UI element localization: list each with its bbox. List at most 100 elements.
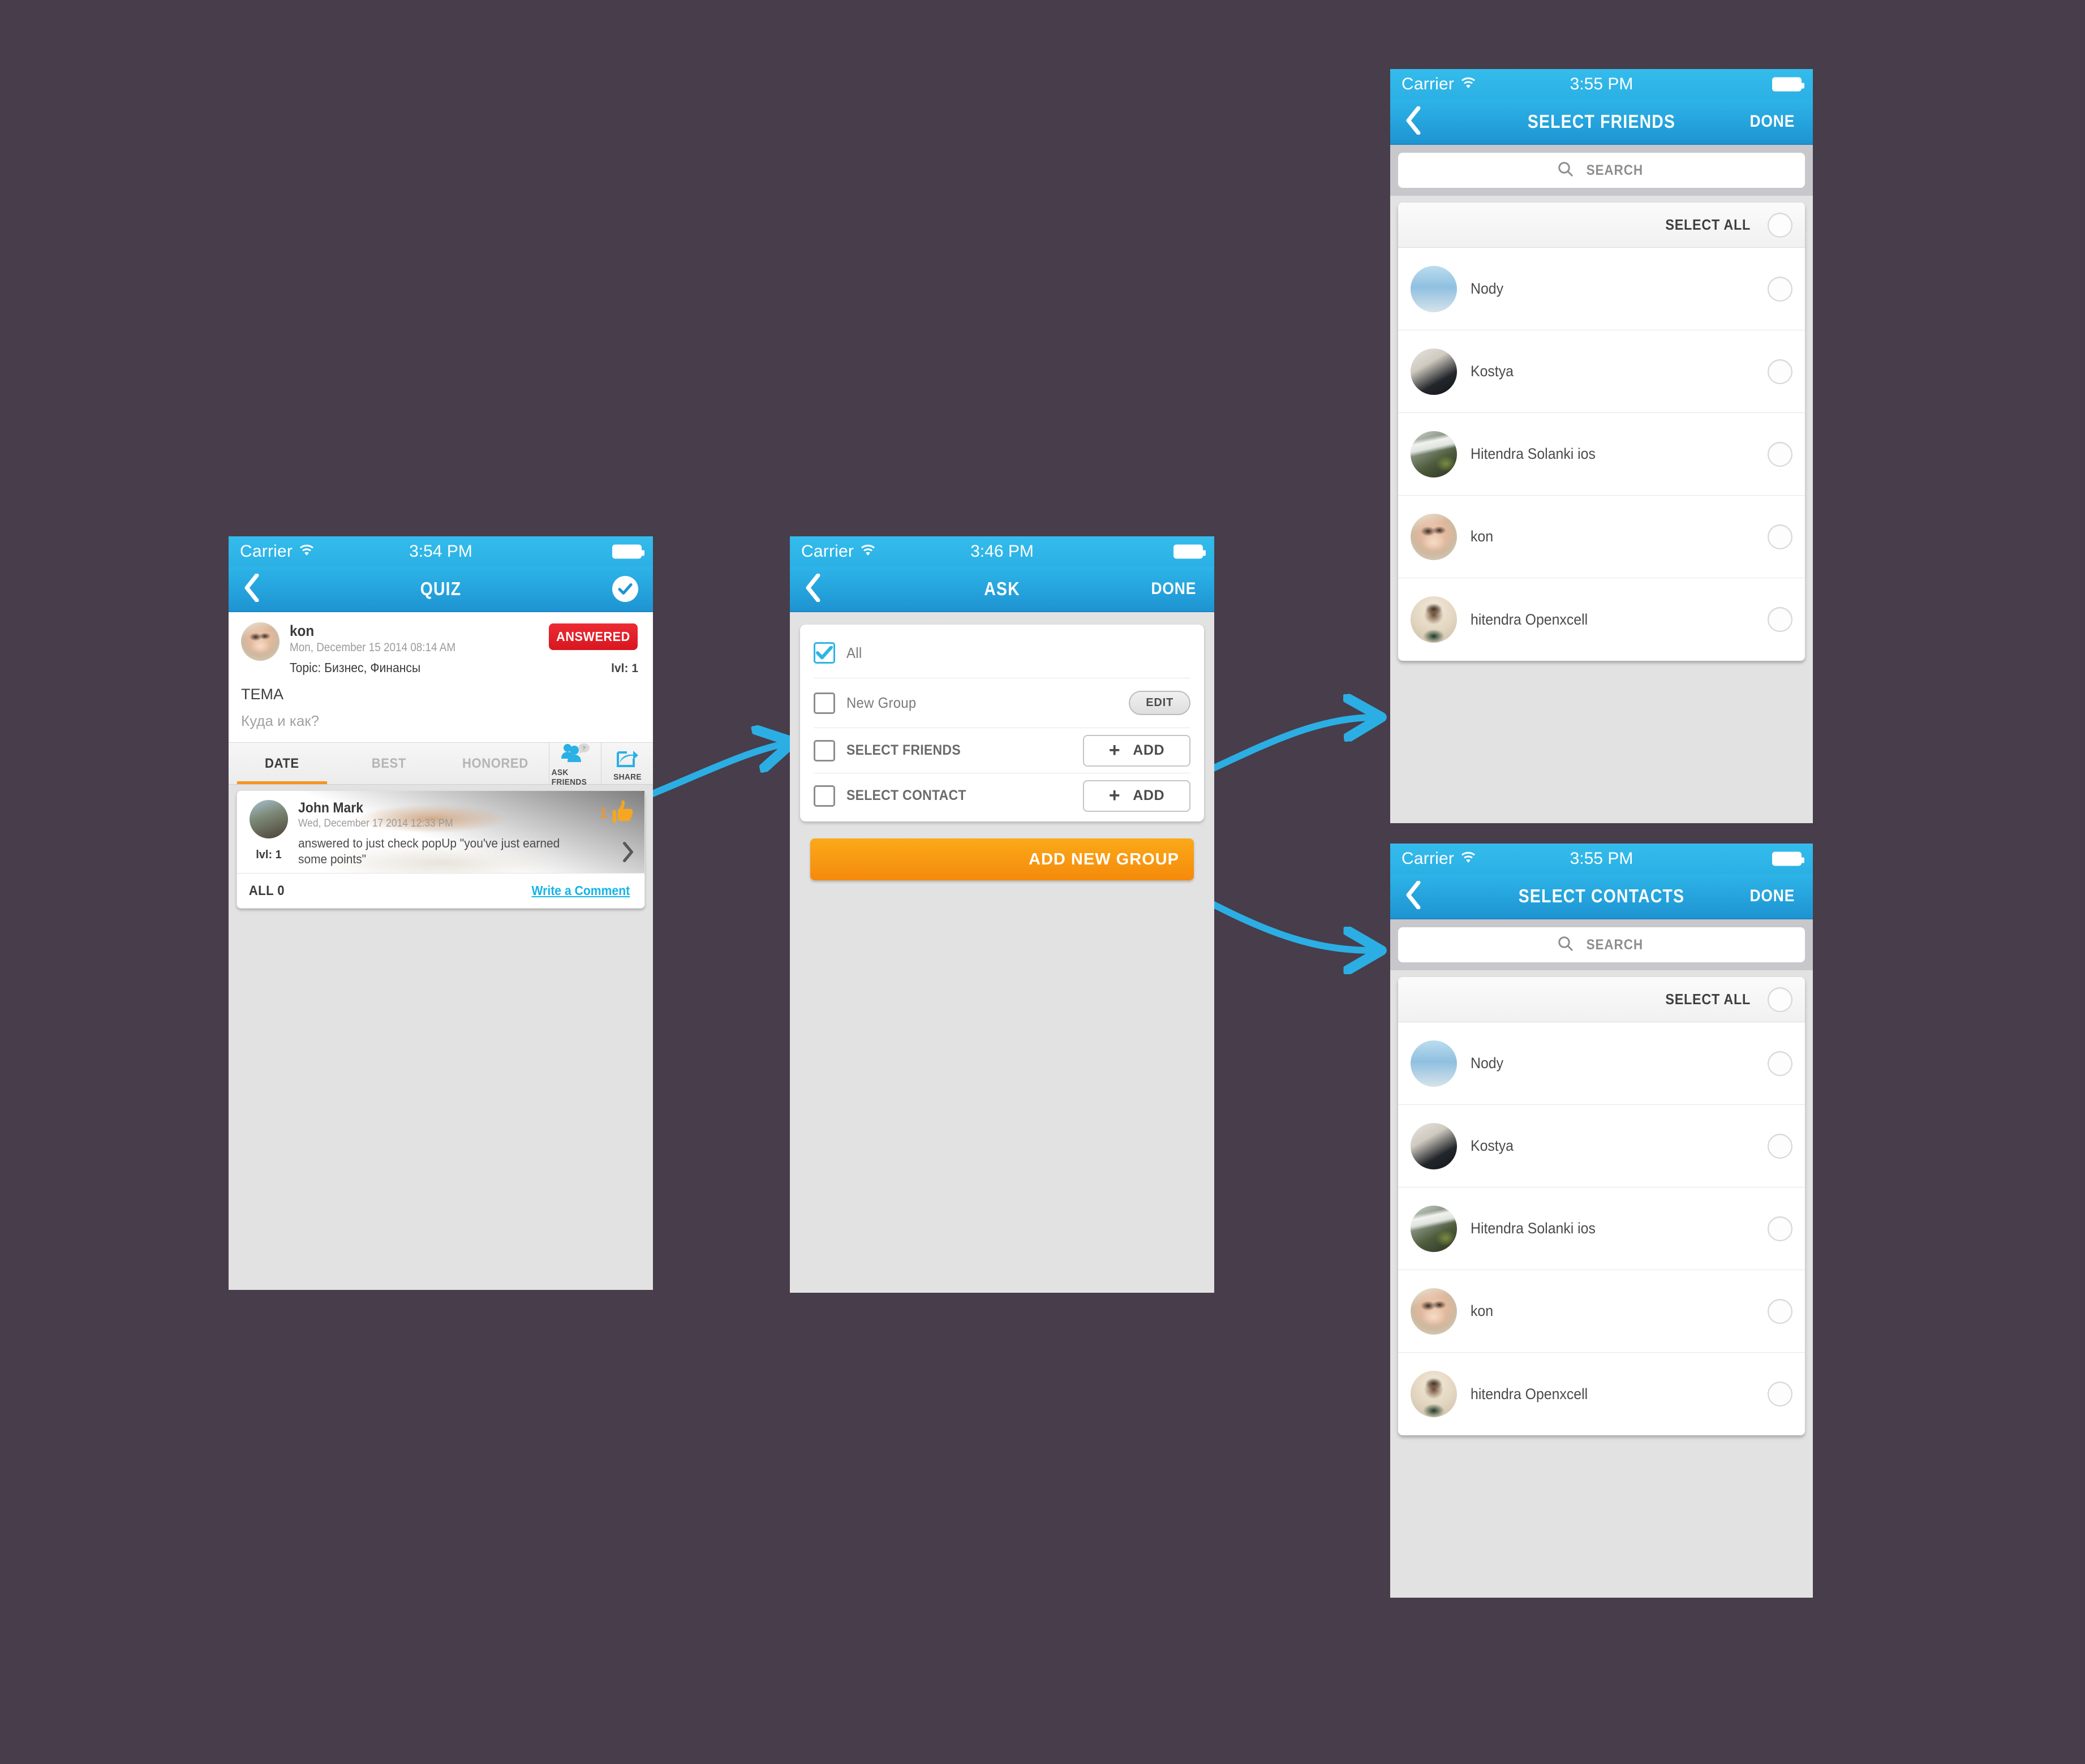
done-button[interactable]: DONE [1750,112,1795,131]
person-name: kon [1471,1302,1494,1319]
person-name: kon [1471,528,1494,545]
list-item[interactable]: Nody [1398,1022,1805,1105]
battery-icon [1173,544,1206,559]
list-item[interactable]: hitendra Openxcell [1398,1353,1805,1435]
card-footer: ALL 0 Write a Comment [237,873,644,908]
ask-options-card: All New Group EDIT SELECT FRIENDS + ADD … [800,625,1204,821]
post-topic: Topic: Бизнес, Финансы [290,660,421,675]
list-item[interactable]: Kostya [1398,330,1805,413]
list-item[interactable]: hitendra Openxcell [1398,578,1805,661]
like-control[interactable]: 1 [600,799,635,828]
answer-card[interactable]: lvl: 1 John Mark Wed, December 17 2014 1… [237,790,645,909]
done-button[interactable]: DONE [1151,579,1197,599]
person-name: hitendra Openxcell [1471,1385,1588,1402]
check-circle-icon[interactable] [612,576,638,602]
select-all-radio[interactable] [1768,987,1792,1012]
search-input[interactable]: SEARCH [1398,153,1805,188]
avatar [1411,1122,1457,1169]
list-item[interactable]: Kostya [1398,1105,1805,1188]
list-item[interactable]: kon [1398,496,1805,578]
tab-honored[interactable]: HONORED [446,743,545,784]
svg-text:?: ? [582,746,585,752]
ask-friends-button[interactable]: ? ASK FRIENDS [549,743,601,787]
person-name: hitendra Openxcell [1471,610,1588,628]
checkbox-new-group[interactable] [814,692,835,714]
checkbox-select-contact[interactable] [814,785,835,807]
share-button[interactable]: SHARE [601,743,653,784]
clock-label: 3:46 PM [970,542,1034,561]
person-radio[interactable] [1768,1216,1792,1241]
chevron-right-icon[interactable] [622,842,634,865]
person-name: Kostya [1471,1137,1514,1154]
contacts-list: SELECT ALL Nody Kostya Hitendra Solanki … [1398,977,1805,1435]
friends-list: SELECT ALL Nody Kostya Hitendra Solanki … [1398,203,1805,661]
option-label-select-contact: SELECT CONTACT [846,788,966,803]
checkbox-all[interactable] [814,642,835,664]
tab-best[interactable]: BEST [339,743,438,784]
share-label: SHARE [613,772,642,782]
checkbox-select-friends[interactable] [814,739,835,761]
chevron-left-icon[interactable] [243,573,260,605]
option-row-select-contact[interactable]: SELECT CONTACT + ADD [814,773,1190,818]
option-row-select-friends[interactable]: SELECT FRIENDS + ADD [814,728,1190,773]
select-all-row[interactable]: SELECT ALL [1398,203,1805,248]
chevron-left-icon[interactable] [805,573,822,605]
screen-ask: Carrier 3:46 PM ASK DONE All New Group E… [790,536,1214,1293]
chevron-left-icon[interactable] [1405,105,1422,137]
option-label-all: All [846,644,862,661]
person-radio[interactable] [1768,1133,1792,1159]
add-new-group-button[interactable]: ADD NEW GROUP [810,838,1194,880]
person-radio[interactable] [1768,359,1792,384]
search-input[interactable]: SEARCH [1398,927,1805,962]
person-radio[interactable] [1768,1382,1792,1406]
write-comment-link[interactable]: Write a Comment [532,883,630,898]
option-row-new-group[interactable]: New Group EDIT [814,678,1190,728]
person-name: Nody [1471,1055,1503,1072]
ask-body: All New Group EDIT SELECT FRIENDS + ADD … [790,612,1214,880]
list-item[interactable]: Nody [1398,248,1805,330]
search-placeholder: SEARCH [1586,162,1643,178]
thumbs-up-icon[interactable] [609,799,635,828]
person-name: Hitendra Solanki ios [1471,445,1596,462]
post-title: TEMA [229,682,653,703]
add-friends-button[interactable]: + ADD [1083,734,1190,767]
option-label-new-group: New Group [846,694,917,711]
edit-button[interactable]: EDIT [1129,691,1190,715]
add-friends-label: ADD [1133,742,1165,758]
avatar [1411,1040,1457,1087]
list-item[interactable]: kon [1398,1270,1805,1353]
done-button[interactable]: DONE [1750,887,1795,906]
person-name: Kostya [1471,363,1514,380]
clock-label: 3:55 PM [1570,849,1633,868]
tab-date[interactable]: DATE [233,743,332,784]
avatar [1411,1205,1457,1252]
list-item[interactable]: Hitendra Solanki ios [1398,413,1805,496]
person-radio[interactable] [1768,607,1792,632]
chevron-left-icon[interactable] [1405,880,1422,912]
status-bar: Carrier 3:55 PM [1390,844,1813,874]
screen-select-friends: Carrier 3:55 PM SELECT FRIENDS DONE SEAR… [1390,69,1813,823]
option-row-all[interactable]: All [814,628,1190,678]
add-contact-button[interactable]: + ADD [1083,780,1190,812]
person-radio[interactable] [1768,1298,1792,1324]
battery-icon [1772,77,1804,92]
avatar [1411,348,1457,395]
tab-bar: DATE BEST HONORED ? ASK FRIENDS SHARE [229,743,653,787]
status-bar: Carrier 3:46 PM [790,536,1214,567]
select-all-radio[interactable] [1768,212,1792,238]
share-icon [616,747,639,771]
person-radio[interactable] [1768,524,1792,549]
list-item[interactable]: Hitendra Solanki ios [1398,1188,1805,1270]
post-level: lvl: 1 [611,662,638,675]
status-badge[interactable]: ANSWERED [549,623,638,650]
person-radio[interactable] [1768,441,1792,467]
page-title: SELECT FRIENDS [1527,111,1676,132]
avatar [1411,513,1457,560]
person-radio[interactable] [1768,276,1792,302]
plus-icon: + [1108,784,1121,806]
avatar [1411,1288,1457,1335]
post-header: kon Mon, December 15 2014 08:14 AM Topic… [229,612,653,682]
person-radio[interactable] [1768,1051,1792,1076]
select-all-row[interactable]: SELECT ALL [1398,977,1805,1022]
search-bar: SEARCH [1390,919,1813,970]
